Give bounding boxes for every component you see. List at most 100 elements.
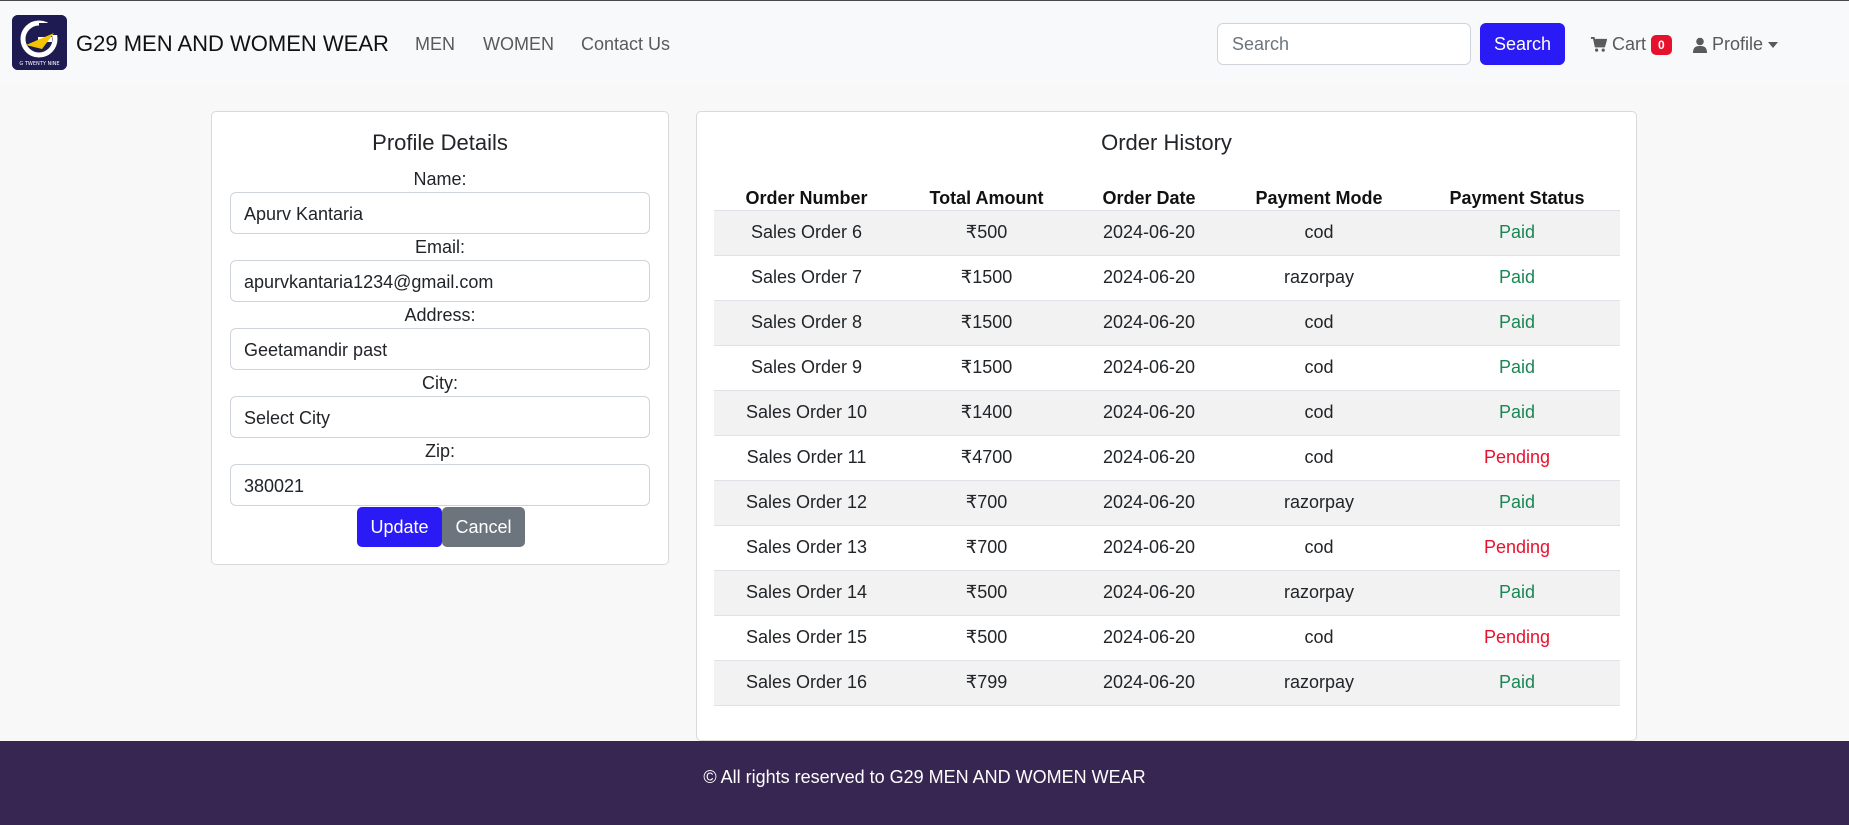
payment-mode-cell: razorpay [1283, 492, 1355, 512]
order-number-cell: Sales Order 6 [750, 222, 863, 242]
column-header-total-amount: Total Amount [929, 188, 1044, 208]
order-number-cell: Sales Order 10 [745, 402, 868, 422]
total-amount-cell: ₹500 [965, 627, 1008, 647]
total-amount-cell: ₹799 [965, 672, 1008, 692]
zip-field[interactable]: 380021 [230, 464, 650, 506]
profile-details-title: Profile Details [372, 130, 508, 155]
payment-status-cell: Paid [1498, 267, 1536, 287]
table-row: Sales Order 7 ₹1500 2024-06-20 razorpay Paid [714, 255, 1620, 300]
order-number-cell: Sales Order 15 [745, 627, 868, 647]
nav-link-women[interactable]: WOMEN [483, 34, 554, 55]
order-number-cell: Sales Order 11 [746, 447, 867, 467]
table-row: Sales Order 15 ₹500 2024-06-20 cod Pending [714, 615, 1620, 660]
cart-label: Cart [1612, 34, 1647, 54]
order-number-cell: Sales Order 12 [745, 492, 868, 512]
order-date-cell: 2024-06-20 [1102, 627, 1196, 647]
payment-mode-cell: cod [1304, 357, 1334, 377]
payment-mode-cell: cod [1304, 537, 1334, 557]
payment-mode-cell: razorpay [1283, 672, 1355, 692]
order-date-cell: 2024-06-20 [1102, 402, 1196, 422]
search-button[interactable]: Search [1480, 23, 1565, 65]
profile-dropdown[interactable]: Profile [1693, 34, 1779, 55]
cancel-button[interactable]: Cancel [442, 507, 525, 547]
profile-label: Profile [1712, 34, 1764, 54]
order-number-cell: Sales Order 9 [750, 357, 863, 377]
order-history-card: Order History Order Number Total Amount … [696, 111, 1637, 741]
order-date-cell: 2024-06-20 [1102, 447, 1196, 467]
order-date-cell: 2024-06-20 [1102, 492, 1196, 512]
search-input[interactable] [1217, 23, 1471, 65]
payment-status-cell: Paid [1498, 672, 1536, 692]
order-date-cell: 2024-06-20 [1102, 357, 1196, 377]
payment-status-cell: Paid [1498, 222, 1536, 242]
order-date-cell: 2024-06-20 [1102, 582, 1196, 602]
payment-status-cell: Paid [1498, 312, 1536, 332]
payment-status-cell: Paid [1498, 357, 1536, 377]
cart-link[interactable]: Cart 0 [1590, 34, 1672, 55]
caret-down-icon [1768, 41, 1779, 48]
table-row: Sales Order 12 ₹700 2024-06-20 razorpay Paid [714, 480, 1620, 525]
name-label: Name: [413, 169, 467, 189]
email-label: Email: [414, 237, 465, 257]
total-amount-cell: ₹4700 [960, 447, 1013, 467]
table-row: Sales Order 14 ₹500 2024-06-20 razorpay Paid [714, 570, 1620, 615]
brand-logo[interactable]: G TWENTY NINE [12, 15, 67, 70]
cart-icon [1590, 36, 1607, 52]
footer: © All rights reserved to G29 MEN AND WOM… [0, 741, 1849, 825]
address-field[interactable]: Geetamandir past [230, 328, 650, 370]
payment-status-cell: Paid [1498, 402, 1536, 422]
payment-mode-cell: razorpay [1283, 582, 1355, 602]
table-row: Sales Order 11 ₹4700 2024-06-20 cod Pending [714, 435, 1620, 480]
column-header-order-number: Order Number [745, 188, 868, 208]
order-number-cell: Sales Order 16 [745, 672, 868, 692]
logo-icon: G TWENTY NINE [12, 15, 67, 70]
brand-name[interactable]: G29 MEN AND WOMEN WEAR [76, 31, 389, 57]
table-row: Sales Order 9 ₹1500 2024-06-20 cod Paid [714, 345, 1620, 390]
payment-mode-cell: cod [1304, 312, 1334, 332]
payment-status-cell: Pending [1483, 537, 1551, 557]
payment-status-cell: Paid [1498, 492, 1536, 512]
navbar: G TWENTY NINE G29 MEN AND WOMEN WEAR MEN… [0, 0, 1849, 84]
order-number-cell: Sales Order 13 [745, 537, 868, 557]
order-number-cell: Sales Order 7 [750, 267, 863, 287]
table-row: Sales Order 8 ₹1500 2024-06-20 cod Paid [714, 300, 1620, 345]
payment-mode-cell: cod [1304, 402, 1334, 422]
payment-mode-cell: cod [1304, 222, 1334, 242]
payment-mode-cell: cod [1304, 627, 1334, 647]
table-row: Sales Order 16 ₹799 2024-06-20 razorpay Paid [714, 660, 1620, 705]
order-date-cell: 2024-06-20 [1102, 312, 1196, 332]
user-icon [1693, 37, 1707, 53]
order-date-cell: 2024-06-20 [1102, 672, 1196, 692]
update-button[interactable]: Update [357, 507, 442, 547]
payment-status-cell: Paid [1498, 582, 1536, 602]
payment-status-cell: Pending [1483, 447, 1551, 467]
cart-count-badge: 0 [1651, 34, 1672, 55]
city-label: City: [422, 373, 458, 393]
address-label: Address: [404, 305, 476, 325]
city-select[interactable]: Select City [230, 396, 650, 438]
zip-label: Zip: [424, 441, 455, 461]
total-amount-cell: ₹500 [965, 582, 1008, 602]
table-row: Sales Order 10 ₹1400 2024-06-20 cod Paid [714, 390, 1620, 435]
logo-text: G TWENTY NINE [19, 61, 59, 67]
column-header-payment-mode: Payment Mode [1255, 188, 1383, 208]
total-amount-cell: ₹700 [965, 537, 1008, 557]
order-date-cell: 2024-06-20 [1102, 537, 1196, 557]
order-date-cell: 2024-06-20 [1102, 222, 1196, 242]
total-amount-cell: ₹1400 [960, 402, 1013, 422]
column-header-order-date: Order Date [1102, 188, 1196, 208]
order-number-cell: Sales Order 14 [745, 582, 868, 602]
name-field[interactable]: Apurv Kantaria [230, 192, 650, 234]
total-amount-cell: ₹1500 [960, 357, 1013, 377]
nav-link-men[interactable]: MEN [415, 34, 455, 55]
total-amount-cell: ₹500 [965, 222, 1008, 242]
order-number-cell: Sales Order 8 [750, 312, 863, 332]
payment-mode-cell: razorpay [1283, 267, 1355, 287]
email-field[interactable]: apurvkantaria1234@gmail.com [230, 260, 650, 302]
footer-copyright: © All rights reserved to G29 MEN AND WOM… [703, 767, 1146, 787]
total-amount-cell: ₹1500 [960, 267, 1013, 287]
nav-link-contact-us[interactable]: Contact Us [581, 34, 670, 55]
total-amount-cell: ₹1500 [960, 312, 1013, 332]
order-history-title: Order History [1101, 130, 1232, 155]
total-amount-cell: ₹700 [965, 492, 1008, 512]
